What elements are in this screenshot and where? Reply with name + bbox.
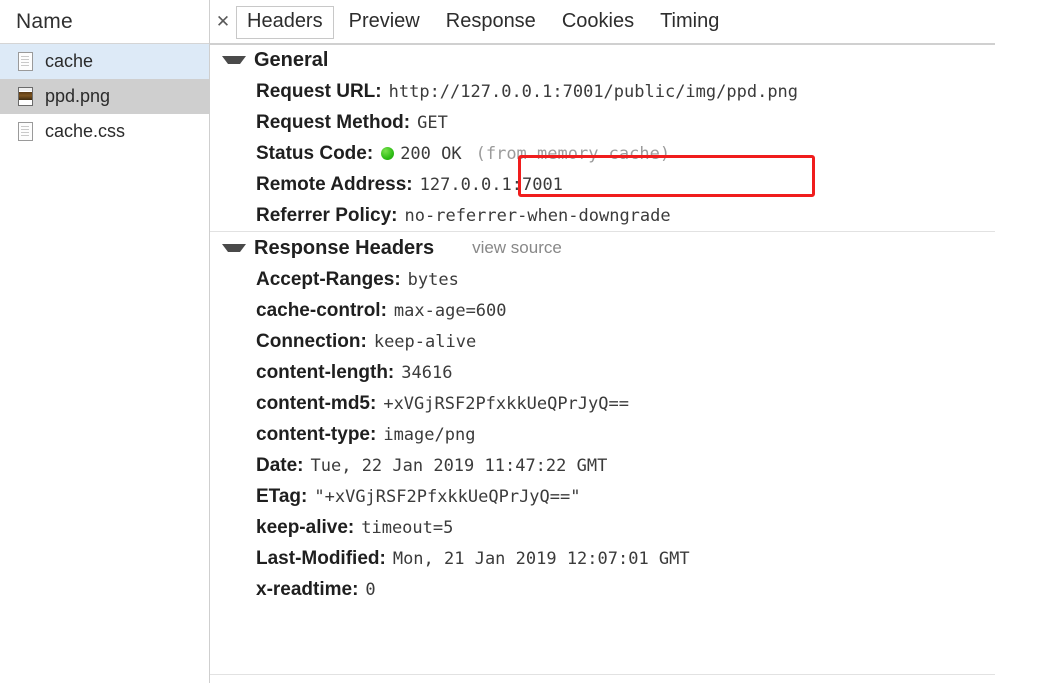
header-value: timeout=5 [361,517,454,538]
header-row-content-type: content-type: image/png [210,419,1056,450]
list-item[interactable]: ppd.png [0,79,209,114]
header-value: 127.0.0.1:7001 [419,174,563,195]
header-row-connection: Connection: keep-alive [210,326,1056,357]
list-item[interactable]: cache.css [0,114,209,149]
tab-timing[interactable]: Timing [649,6,730,39]
header-key: Request URL: [256,80,382,102]
header-row-date: Date: Tue, 22 Jan 2019 11:47:22 GMT [210,450,1056,481]
document-icon [18,52,33,71]
panel-bottom-divider [210,674,995,675]
status-ok-dot-icon [381,147,395,160]
header-value: +xVGjRSF2PfxkkUeQPrJyQ== [383,393,629,414]
header-key: Remote Address: [256,173,413,195]
header-row-status-code: Status Code: 200 OK (from memory cache) [210,138,1056,169]
header-value: max-age=600 [393,300,507,321]
header-value: "+xVGjRSF2PfxkkUeQPrJyQ==" [314,486,581,507]
close-icon[interactable]: ✕ [210,0,236,44]
header-value: 34616 [401,362,453,383]
general-section-header[interactable]: General [210,44,1056,76]
header-key: Referrer Policy: [256,204,398,226]
general-section: General Request URL: http://127.0.0.1:70… [210,44,1056,231]
header-row-request-url: Request URL: http://127.0.0.1:7001/publi… [210,76,1056,107]
status-badge: 200 OK [400,143,462,164]
header-row-keep-alive: keep-alive: timeout=5 [210,512,1056,543]
header-value: http://127.0.0.1:7001/public/img/ppd.png [388,81,799,102]
header-row-x-readtime: x-readtime: 0 [210,574,1056,605]
header-value: 0 [365,579,376,600]
header-row-referrer-policy: Referrer Policy: no-referrer-when-downgr… [210,200,1056,231]
header-row-request-method: Request Method: GET [210,107,1056,138]
header-key: ETag: [256,485,308,507]
header-key: Connection: [256,330,367,352]
tab-response[interactable]: Response [435,6,547,39]
header-row-accept-ranges: Accept-Ranges: bytes [210,264,1056,295]
document-icon [18,122,33,141]
header-key: content-type: [256,423,377,445]
sidebar-column-header: Name [0,0,209,44]
header-value: image/png [383,424,476,445]
column-header-name[interactable]: Name [16,10,73,34]
header-key: Date: [256,454,304,476]
chevron-down-icon[interactable] [222,244,246,252]
header-row-cache-control: cache-control: max-age=600 [210,295,1056,326]
header-row-remote-address: Remote Address: 127.0.0.1:7001 [210,169,1056,200]
view-source-link[interactable]: view source [472,238,562,258]
header-value: no-referrer-when-downgrade [404,205,671,226]
header-value: Tue, 22 Jan 2019 11:47:22 GMT [310,455,608,476]
general-section-title: General [254,48,329,71]
header-value: bytes [407,269,459,290]
list-item-label: cache.css [45,121,126,141]
header-row-content-length: content-length: 34616 [210,357,1056,388]
header-key: content-md5: [256,392,377,414]
header-value: Mon, 21 Jan 2019 12:07:01 GMT [392,548,690,569]
response-headers-section-title: Response Headers [254,236,435,259]
header-row-last-modified: Last-Modified: Mon, 21 Jan 2019 12:07:01… [210,543,1056,574]
network-requests-sidebar: Name cache ppd.png cache.css [0,0,210,683]
devtools-network-panel: Name cache ppd.png cache.css ✕ Headers P [0,0,1056,683]
tab-headers[interactable]: Headers [236,5,334,39]
header-value: GET [417,112,448,133]
request-detail-panel: ✕ Headers Preview Response Cookies Timin… [210,0,1056,683]
cache-source-note: (from memory cache) [475,143,671,164]
header-key: Last-Modified: [256,547,386,569]
response-headers-section-header[interactable]: Response Headers view source [210,232,1056,264]
header-key: content-length: [256,361,395,383]
tab-preview[interactable]: Preview [338,6,431,39]
header-key: x-readtime: [256,578,359,600]
header-key: Accept-Ranges: [256,268,401,290]
response-headers-section: Response Headers view source Accept-Rang… [210,232,1056,605]
header-row-etag: ETag: "+xVGjRSF2PfxkkUeQPrJyQ==" [210,481,1056,512]
list-item[interactable]: cache [0,44,209,79]
list-item-label: cache [45,51,94,71]
image-file-icon [18,87,33,106]
header-row-content-md5: content-md5: +xVGjRSF2PfxkkUeQPrJyQ== [210,388,1056,419]
tab-cookies[interactable]: Cookies [551,6,645,39]
detail-tab-bar: ✕ Headers Preview Response Cookies Timin… [210,0,1056,45]
header-value: keep-alive [373,331,477,352]
header-key: Status Code: [256,142,374,164]
header-key: cache-control: [256,299,387,321]
header-key: keep-alive: [256,516,355,538]
chevron-down-icon[interactable] [222,56,246,64]
list-item-label: ppd.png [45,86,111,106]
header-key: Request Method: [256,111,411,133]
